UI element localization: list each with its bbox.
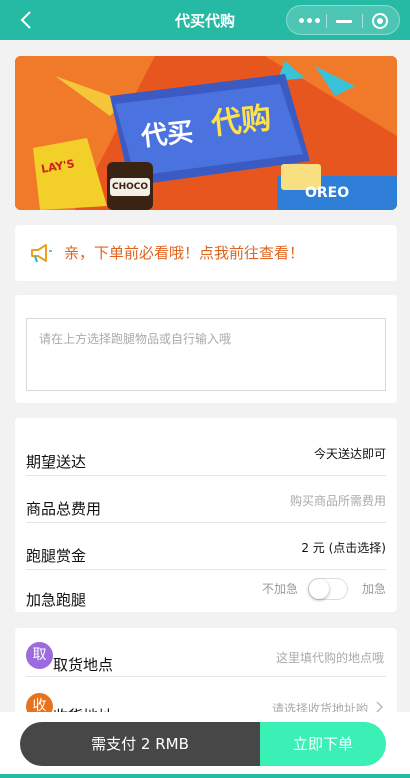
reward-value[interactable]: 2 元 (点击选择) [301, 539, 386, 556]
delivery-row[interactable]: 期望送达 今天送达即可 [26, 432, 386, 476]
capsule-divider [326, 14, 327, 28]
capsule-divider [362, 14, 363, 28]
cost-label: 商品总费用 [26, 500, 102, 518]
row-divider [26, 522, 386, 523]
place-order-button[interactable]: 立即下单 [260, 722, 386, 766]
more-icon[interactable] [299, 18, 321, 24]
switch-knob [309, 579, 329, 599]
minimize-icon[interactable] [336, 20, 352, 23]
pickup-row[interactable]: 取 取货地点 这里填代购的地点哦 [26, 631, 386, 677]
order-form-card: 期望送达 今天送达即可 商品总费用 购买商品所需费用 跑腿赏金 2 元 (点击选… [15, 418, 397, 612]
cost-row[interactable]: 商品总费用 购买商品所需费用 [26, 479, 386, 523]
pickup-badge: 取 [26, 642, 53, 669]
pay-amount-button[interactable]: 需支付 2 RMB [20, 722, 260, 766]
megaphone-icon [29, 241, 53, 265]
row-divider [26, 676, 386, 677]
pickup-label: 取货地点 [53, 656, 114, 674]
navigation-bar: 代买代购 [0, 0, 410, 40]
urgent-row: 加急跑腿 不加急 加急 [26, 566, 386, 610]
banner-brand-choco: CHOCO [112, 182, 149, 192]
urgent-switch[interactable] [308, 578, 348, 600]
mini-program-capsule [286, 5, 400, 35]
banner-title-buy: 代买 [139, 117, 195, 153]
cost-input[interactable]: 购买商品所需费用 [290, 492, 386, 509]
close-icon[interactable] [372, 13, 388, 29]
bottom-action-bar: 需支付 2 RMB 立即下单 [0, 712, 410, 778]
reward-label: 跑腿赏金 [26, 547, 87, 565]
notice-text[interactable]: 亲，下单前必看哦！点我前往查看！ [64, 242, 304, 263]
banner-brand-oreo: OREO [305, 185, 350, 201]
request-input[interactable] [27, 319, 385, 390]
reward-row[interactable]: 跑腿赏金 2 元 (点击选择) [26, 526, 386, 570]
urgent-label: 加急跑腿 [26, 591, 87, 609]
urgent-on-label: 加急 [361, 582, 386, 596]
urgent-off-label: 不加急 [262, 582, 299, 596]
request-input-box [26, 318, 386, 391]
banner-title-proxy: 代购 [209, 100, 274, 143]
bottom-accent-bar [0, 774, 410, 778]
delivery-value[interactable]: 今天送达即可 [314, 445, 386, 462]
urgent-toggle-group: 不加急 加急 [256, 578, 386, 600]
address-card: 取 取货地点 这里填代购的地点哦 收 收货地址 请选择收货地址哟 [15, 628, 397, 725]
request-card [15, 295, 397, 403]
delivery-label: 期望送达 [26, 453, 87, 471]
notice-card[interactable]: 亲，下单前必看哦！点我前往查看！ [15, 225, 397, 281]
promo-banner[interactable]: 代买 代购 LAY'S CHOCO OREO [15, 56, 397, 210]
pickup-input[interactable]: 这里填代购的地点哦 [276, 649, 384, 666]
row-divider [26, 475, 386, 476]
